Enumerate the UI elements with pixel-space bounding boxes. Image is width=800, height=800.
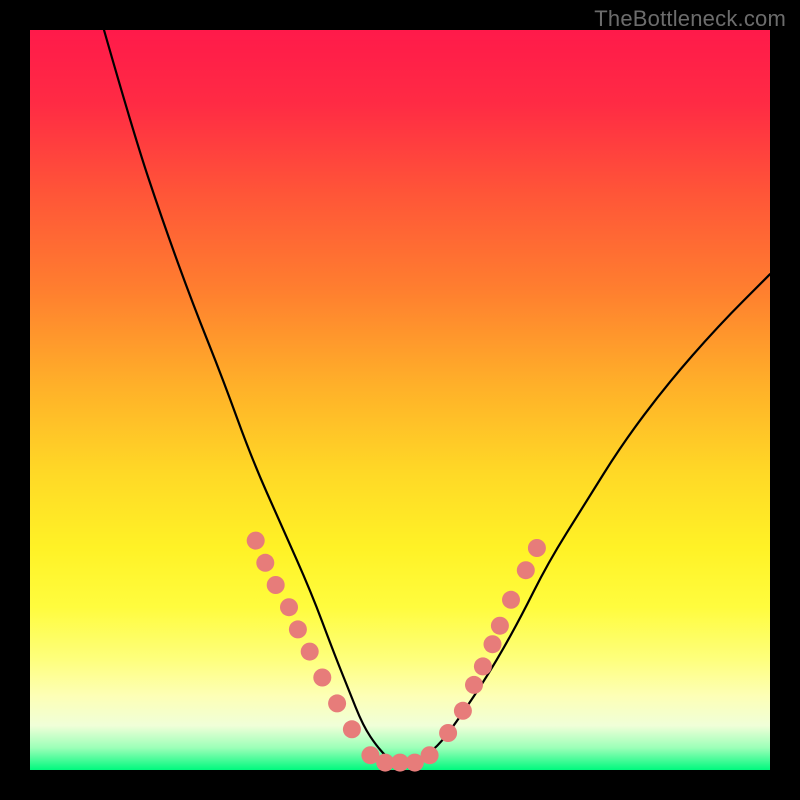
marker-dot [343, 720, 361, 738]
marker-dot [528, 539, 546, 557]
chart-svg [30, 30, 770, 770]
marker-dot [484, 635, 502, 653]
bottleneck-curve [104, 30, 770, 763]
marker-dot [454, 702, 472, 720]
marker-dot [439, 724, 457, 742]
marker-dot [313, 669, 331, 687]
marker-dot [491, 617, 509, 635]
marker-dot [289, 620, 307, 638]
marker-dot [301, 643, 319, 661]
marker-dot [247, 532, 265, 550]
marker-dot [267, 576, 285, 594]
plot-area [30, 30, 770, 770]
marker-dot [280, 598, 298, 616]
chart-frame: TheBottleneck.com [0, 0, 800, 800]
marker-dot [256, 554, 274, 572]
marker-dot [517, 561, 535, 579]
marker-dot [465, 676, 483, 694]
marker-dot [328, 694, 346, 712]
watermark-label: TheBottleneck.com [594, 6, 786, 32]
marker-dot [421, 746, 439, 764]
marker-dot [502, 591, 520, 609]
marker-dot [474, 657, 492, 675]
